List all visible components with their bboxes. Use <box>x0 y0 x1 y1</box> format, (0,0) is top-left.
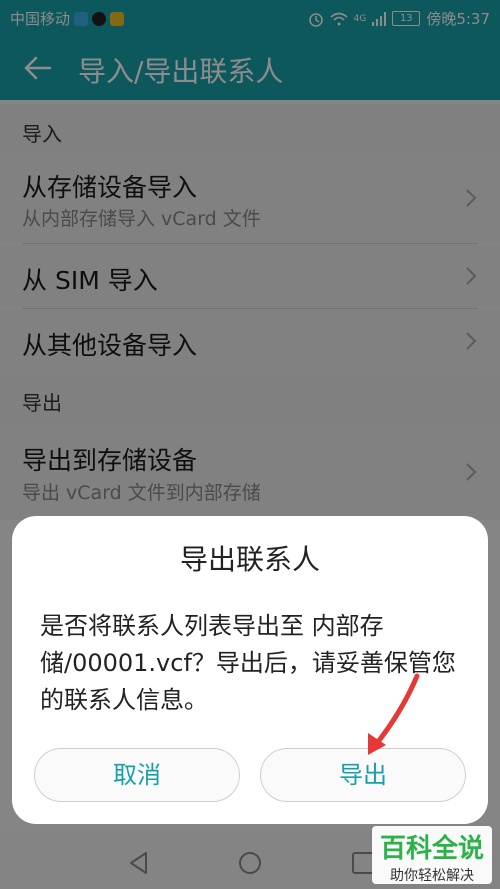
watermark-logo: 百科全说 助你轻松解决 <box>372 826 492 884</box>
annotation-arrow-icon <box>368 673 420 755</box>
watermark-title: 百科全说 <box>379 834 484 864</box>
watermark-subtitle: 助你轻松解决 <box>390 868 474 884</box>
